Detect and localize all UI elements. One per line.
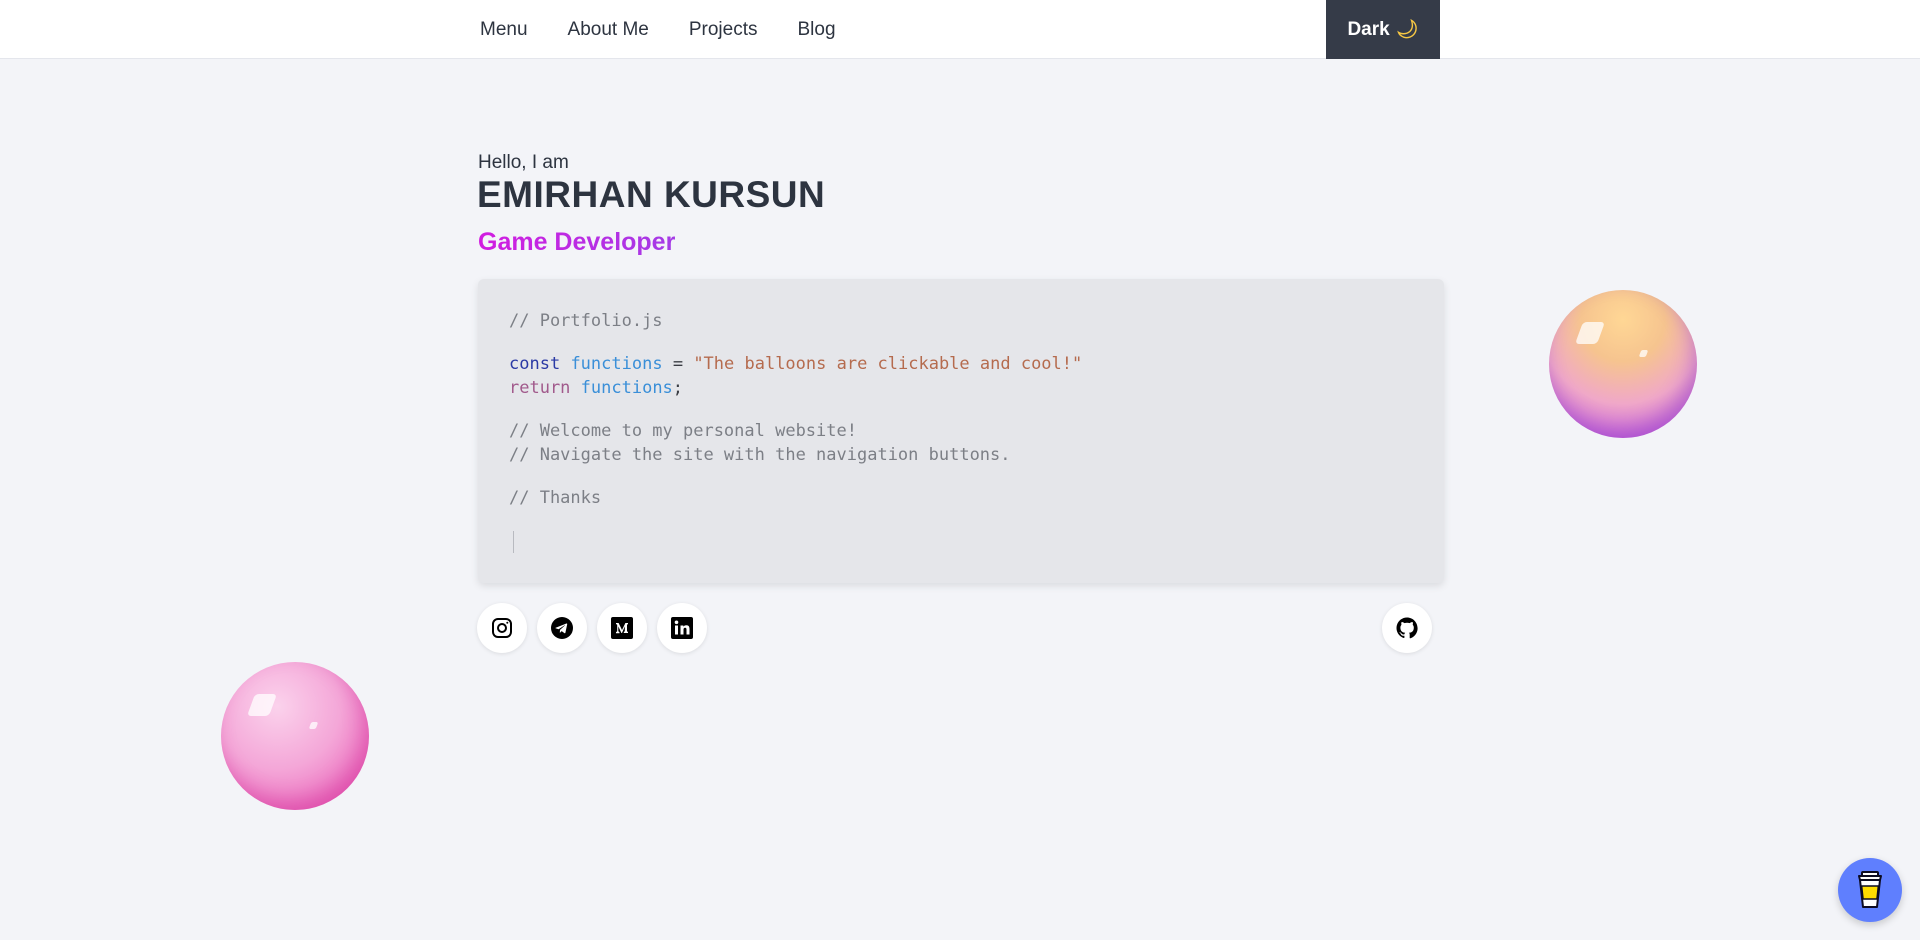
code-operator: = (672, 354, 684, 374)
code-keyword: const (509, 354, 561, 374)
telegram-icon (551, 617, 573, 639)
balloon-shine-small (1638, 350, 1649, 357)
balloon-shine-small (308, 722, 319, 729)
code-identifier: functions (570, 354, 663, 374)
balloon-pink[interactable] (221, 662, 369, 810)
nav-item-projects[interactable]: Projects (689, 19, 758, 41)
page-title: EMIRHAN KURSUN (477, 174, 826, 215)
balloon-shine (246, 694, 278, 716)
instagram-button[interactable] (477, 603, 527, 653)
medium-button[interactable] (597, 603, 647, 653)
greeting-text: Hello, I am (478, 152, 569, 173)
code-cursor-line (509, 529, 1413, 553)
coffee-cup-button[interactable] (1838, 858, 1902, 922)
medium-icon (611, 617, 633, 639)
code-string: "The balloons are clickable and cool!" (693, 354, 1083, 374)
code-semicolon: ; (672, 378, 684, 398)
code-keyword-return: return (509, 378, 571, 398)
role-subtitle: Game Developer (478, 228, 676, 256)
code-comment-thanks: // Thanks (509, 488, 602, 508)
balloon-orange[interactable] (1549, 290, 1697, 438)
github-icon (1396, 617, 1418, 639)
code-line-return: return functions; (509, 376, 1413, 400)
code-card: // Portfolio.js const functions = "The b… (478, 279, 1444, 583)
coffee-cup-icon (1858, 871, 1882, 908)
nav-item-menu[interactable]: Menu (480, 19, 528, 41)
code-comment-navigate: // Navigate the site with the navigation… (509, 445, 1011, 465)
code-line-const: const functions = "The balloons are clic… (509, 352, 1413, 376)
text-cursor (513, 531, 514, 553)
nav-links: Menu About Me Projects Blog (480, 0, 876, 59)
moon-icon: 🌙︎ (1395, 19, 1419, 39)
github-button[interactable] (1382, 603, 1432, 653)
theme-toggle-button[interactable]: Dark 🌙︎ (1326, 0, 1440, 59)
code-comment-welcome: // Welcome to my personal website! (509, 421, 857, 441)
linkedin-button[interactable] (657, 603, 707, 653)
theme-toggle-label: Dark (1347, 18, 1390, 40)
telegram-button[interactable] (537, 603, 587, 653)
nav-item-blog[interactable]: Blog (798, 19, 836, 41)
nav-item-about-me[interactable]: About Me (568, 19, 649, 41)
code-identifier: functions (580, 378, 673, 398)
code-comment-file: // Portfolio.js (509, 311, 663, 331)
balloon-shine (1574, 322, 1606, 344)
instagram-icon (492, 618, 512, 638)
linkedin-icon (671, 617, 693, 639)
top-navbar: Menu About Me Projects Blog Dark 🌙︎ (0, 0, 1920, 59)
